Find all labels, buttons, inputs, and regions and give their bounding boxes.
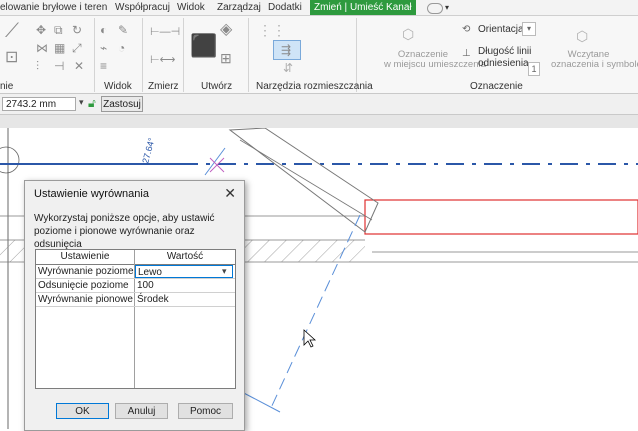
tab-manage[interactable]: Zarządzaj [217, 1, 261, 14]
mirror-icon[interactable]: ⋈ [36, 42, 48, 54]
cancel-button[interactable]: Anuluj [115, 403, 168, 419]
copy-icon[interactable]: ⧉ [54, 24, 63, 36]
loaded-tags-label[interactable]: Wczytane oznaczenia i symbole [551, 50, 638, 70]
group-label-view: Widok [104, 81, 132, 92]
table-row-setting: Odsunięcie poziome [38, 280, 129, 291]
trim-icon[interactable]: ⊣ [54, 60, 64, 72]
help-button[interactable]: Pomoc [178, 403, 233, 419]
hide-icon[interactable]: ◔ [118, 42, 125, 54]
override-icon[interactable]: ✎ [118, 24, 128, 36]
dialog-title: Ustawienie wyrównania [34, 188, 149, 200]
column-header-value: Wartość [135, 250, 235, 265]
grid-bubble [0, 146, 20, 174]
visibility-icon[interactable]: ◐ [100, 24, 107, 36]
group-label-modify: nie [0, 81, 14, 92]
justification-icon[interactable]: ⋮⋮ [258, 23, 286, 37]
group-label-create: Utwórz [201, 81, 233, 92]
tab-view[interactable]: Widok [177, 1, 205, 14]
rotate-icon[interactable]: ↻ [72, 24, 82, 36]
leader-icon: ⊥ [462, 48, 471, 59]
chevron-down-icon[interactable]: ▾ [222, 266, 227, 277]
delete-icon[interactable]: ✕ [74, 60, 84, 72]
tab-collaborate[interactable]: Współpracuj [115, 1, 170, 14]
column-header-setting: Ustawienie [36, 250, 134, 265]
tab-modify-place-duct[interactable]: Zmień | Umieść Kanał [310, 0, 416, 15]
group-label-tag: Oznaczenie [470, 81, 523, 92]
tab-massing[interactable]: elowanie bryłowe i teren [0, 1, 107, 14]
inherit-elevation-icon[interactable]: ⇵ [283, 62, 293, 74]
chevron-down-icon[interactable]: ▾ [445, 1, 449, 14]
array-icon[interactable]: ▦ [54, 42, 65, 54]
ribbon-tab-bar: elowanie bryłowe i teren Współpracuj Wid… [0, 0, 638, 16]
tag-on-placement-label[interactable]: Oznaczenie w miejscu umieszczenia [384, 50, 486, 70]
orientation-label: Orientacja [478, 24, 524, 35]
align-icon[interactable]: ⟋ [5, 21, 19, 41]
orientation-dropdown[interactable]: ▾ [522, 22, 536, 36]
split-icon[interactable]: ⫶ [36, 60, 39, 72]
close-icon[interactable]: ✕ [224, 185, 236, 202]
dimension-input[interactable]: 2743.2 mm [2, 97, 76, 111]
create-similar-icon[interactable]: ◈ [220, 22, 232, 38]
create-group-icon[interactable]: ⊞ [220, 51, 232, 65]
orientation-icon: ⟲ [462, 24, 471, 35]
angle-annotation: 27.64° [140, 136, 157, 164]
dimension-dropdown-icon[interactable]: ▾ [79, 97, 84, 108]
leader-length-input[interactable]: 1 [528, 62, 540, 76]
scale-icon[interactable]: ⤢ [72, 42, 82, 54]
vertical-alignment-field[interactable]: Środek [135, 293, 233, 306]
apply-button[interactable]: Zastosuj [101, 96, 143, 112]
automatic-connect-button[interactable]: ⇶ [273, 40, 301, 60]
thin-lines-icon[interactable]: ≡ [100, 60, 107, 72]
horizontal-offset-field[interactable]: 100 [135, 279, 233, 292]
group-label-measure: Zmierz [148, 81, 179, 92]
ok-button[interactable]: OK [56, 403, 109, 419]
group-label-placement-tools: Narzędzia rozmieszczania [256, 81, 373, 92]
table-row-setting: Wyrównanie pionowe [38, 294, 133, 305]
settings-table: Ustawienie Wartość Wyrównanie poziome Le… [35, 249, 236, 389]
move-icon[interactable]: ✥ [36, 24, 46, 36]
measure-icon[interactable]: ⊢—⊣ [150, 26, 180, 38]
dialog-description: Wykorzystaj poniższe opcje, aby ustawić … [34, 213, 215, 250]
table-row-setting: Wyrównanie poziome [38, 266, 134, 277]
create-part-icon[interactable]: ⬛ [190, 35, 217, 57]
view-header-band [0, 115, 638, 128]
horizontal-alignment-select[interactable]: Lewo [135, 265, 233, 278]
leader-length-label: Długość linii odniesienia [478, 46, 532, 69]
loaded-tags-icon[interactable]: ⬡ [576, 29, 588, 43]
tab-addins[interactable]: Dodatki [268, 1, 302, 14]
mouse-cursor [303, 329, 317, 348]
duct-outline [364, 199, 638, 235]
lock-icon[interactable]: 🔓︎ [88, 96, 96, 111]
offset-icon[interactable]: ⊡ [5, 50, 18, 66]
linework-icon[interactable]: ⌁ [100, 42, 107, 54]
dimension-icon[interactable]: ⊢⟷ [150, 54, 175, 66]
contextual-toggle-icon[interactable] [427, 3, 443, 14]
alignment-settings-dialog: Ustawienie wyrównania ✕ Wykorzystaj poni… [24, 180, 245, 431]
tag-on-placement-icon[interactable]: ⬡ [402, 27, 414, 41]
